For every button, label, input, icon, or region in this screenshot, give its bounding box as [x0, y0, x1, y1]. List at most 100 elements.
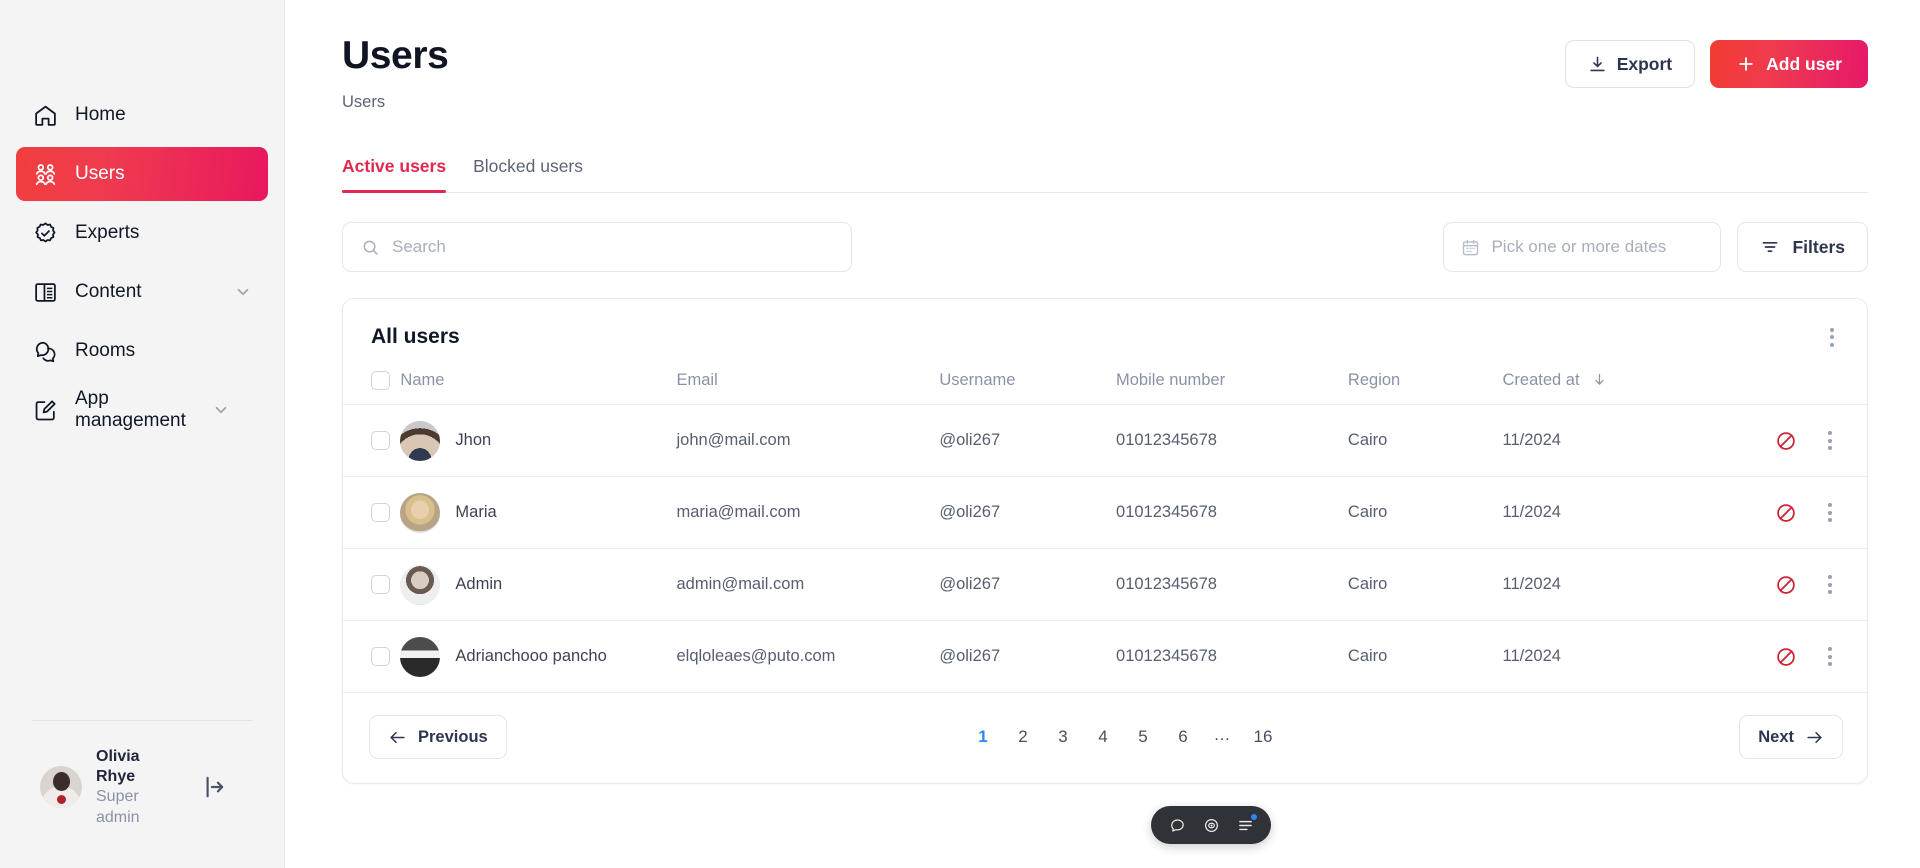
sidebar-item-label: Experts: [75, 222, 140, 244]
main-content: Users Users Export Add user Active users…: [285, 0, 1920, 868]
row-kebab-menu-icon[interactable]: [1819, 430, 1841, 452]
cell-created-at: 11/2024: [1502, 404, 1724, 477]
filters-button[interactable]: Filters: [1737, 222, 1868, 272]
cell-actions: [1723, 548, 1867, 621]
chevron-down-icon[interactable]: [212, 401, 230, 419]
sort-desc-icon[interactable]: [1592, 372, 1607, 387]
table-row[interactable]: Jhon john@mail.com @oli267 01012345678 C…: [343, 404, 1867, 477]
kebab-menu-icon[interactable]: [1821, 326, 1843, 348]
layout-panel-icon: [32, 279, 58, 305]
sidebar-profile[interactable]: Olivia Rhye Super admin: [0, 721, 284, 868]
tab-label: Active users: [342, 156, 447, 176]
profile-role: Super admin: [96, 788, 140, 826]
next-page-label: Next: [1758, 727, 1794, 746]
sidebar-item-app-management[interactable]: App management: [16, 383, 268, 437]
eye-icon[interactable]: [1202, 816, 1220, 834]
previous-page-button[interactable]: Previous: [369, 715, 507, 759]
row-checkbox[interactable]: [371, 647, 390, 666]
column-header-name[interactable]: Name: [400, 371, 677, 405]
block-icon[interactable]: [1775, 430, 1797, 452]
block-icon[interactable]: [1775, 646, 1797, 668]
card-header: All users: [343, 299, 1867, 371]
search-box[interactable]: [342, 222, 852, 272]
select-all-cell: [343, 371, 401, 405]
cell-email: john@mail.com: [676, 404, 940, 477]
cell-region: Cairo: [1347, 620, 1503, 693]
chat-icon[interactable]: [1168, 816, 1186, 834]
arrow-left-icon: [388, 728, 407, 747]
sidebar-item-rooms[interactable]: Rooms: [16, 324, 268, 378]
sidebar-item-label: Rooms: [75, 340, 136, 362]
page-2[interactable]: 2: [1003, 717, 1043, 757]
sidebar-item-home[interactable]: Home: [16, 88, 268, 142]
cell-actions: [1723, 620, 1867, 693]
row-checkbox[interactable]: [371, 431, 390, 450]
page-5[interactable]: 5: [1123, 717, 1163, 757]
tab-active-users[interactable]: Active users: [342, 156, 447, 193]
page-3[interactable]: 3: [1043, 717, 1083, 757]
export-button[interactable]: Export: [1564, 40, 1696, 88]
cell-name: Maria: [400, 476, 677, 549]
cell-name: Jhon: [400, 404, 677, 477]
date-picker[interactable]: [1443, 222, 1722, 272]
pagination-pages: 1 2 3 4 5 6 … 16: [963, 717, 1283, 757]
page-16[interactable]: 16: [1243, 717, 1283, 757]
column-header-region[interactable]: Region: [1347, 371, 1503, 405]
tab-blocked-users[interactable]: Blocked users: [473, 156, 583, 192]
page-4[interactable]: 4: [1083, 717, 1123, 757]
cell-region: Cairo: [1347, 476, 1503, 549]
profile-name: Olivia Rhye: [96, 747, 140, 786]
sidebar-item-label: Content: [75, 281, 142, 303]
cell-email: maria@mail.com: [676, 476, 940, 549]
select-all-checkbox[interactable]: [371, 371, 390, 390]
previous-page-label: Previous: [418, 727, 488, 746]
table-head: Name Email Username Mobile number Region…: [343, 371, 1867, 405]
arrow-right-icon: [1805, 728, 1824, 747]
next-page-button[interactable]: Next: [1739, 715, 1843, 759]
profile-text: Olivia Rhye Super admin: [96, 747, 174, 828]
cell-name: Adrianchooo pancho: [400, 620, 677, 693]
row-kebab-menu-icon[interactable]: [1819, 502, 1841, 524]
column-header-created-at-label: Created at: [1502, 371, 1580, 389]
app-root: Home Users Experts Content Rooms App man…: [0, 0, 1920, 868]
table-row[interactable]: Adrianchooo pancho elqloleaes@puto.com @…: [343, 620, 1867, 693]
row-checkbox[interactable]: [371, 503, 390, 522]
sidebar-item-users[interactable]: Users: [16, 147, 268, 201]
sidebar-nav: Home Users Experts Content Rooms App man…: [0, 88, 284, 437]
cell-created-at: 11/2024: [1502, 476, 1724, 549]
edit-square-icon: [32, 397, 58, 423]
block-icon[interactable]: [1775, 574, 1797, 596]
users-table-card: All users Name Email Username Mobile num…: [342, 298, 1868, 784]
sidebar-item-label: Home: [75, 104, 126, 126]
table-header-row: Name Email Username Mobile number Region…: [343, 371, 1867, 405]
sidebar-item-content[interactable]: Content: [16, 265, 268, 319]
logout-icon[interactable]: [200, 774, 226, 800]
column-header-email[interactable]: Email: [676, 371, 940, 405]
date-input[interactable]: [1491, 237, 1704, 257]
add-user-button[interactable]: Add user: [1710, 40, 1868, 88]
menu-lines-icon[interactable]: [1236, 814, 1257, 834]
table-row[interactable]: Admin admin@mail.com @oli267 01012345678…: [343, 548, 1867, 621]
row-checkbox[interactable]: [371, 575, 390, 594]
chevron-down-icon[interactable]: [234, 283, 252, 301]
block-icon[interactable]: [1775, 502, 1797, 524]
column-header-username[interactable]: Username: [939, 371, 1117, 405]
cell-email: admin@mail.com: [676, 548, 940, 621]
page-6[interactable]: 6: [1163, 717, 1203, 757]
add-user-button-label: Add user: [1766, 53, 1842, 74]
cell-created-at: 11/2024: [1502, 548, 1724, 621]
pagination: Previous 1 2 3 4 5 6 … 16 Next: [343, 693, 1867, 783]
page-1[interactable]: 1: [963, 717, 1003, 757]
cell-username: @oli267: [939, 548, 1117, 621]
column-header-created-at[interactable]: Created at: [1502, 371, 1724, 405]
row-kebab-menu-icon[interactable]: [1819, 646, 1841, 668]
search-input[interactable]: [392, 237, 833, 257]
table-row[interactable]: Maria maria@mail.com @oli267 01012345678…: [343, 476, 1867, 549]
column-header-mobile[interactable]: Mobile number: [1116, 371, 1348, 405]
row-kebab-menu-icon[interactable]: [1819, 574, 1841, 596]
sidebar-item-experts[interactable]: Experts: [16, 206, 268, 260]
tab-label: Blocked users: [473, 156, 584, 176]
cell-name: Admin: [400, 548, 677, 621]
avatar: [400, 636, 441, 677]
page-title: Users: [342, 34, 449, 77]
